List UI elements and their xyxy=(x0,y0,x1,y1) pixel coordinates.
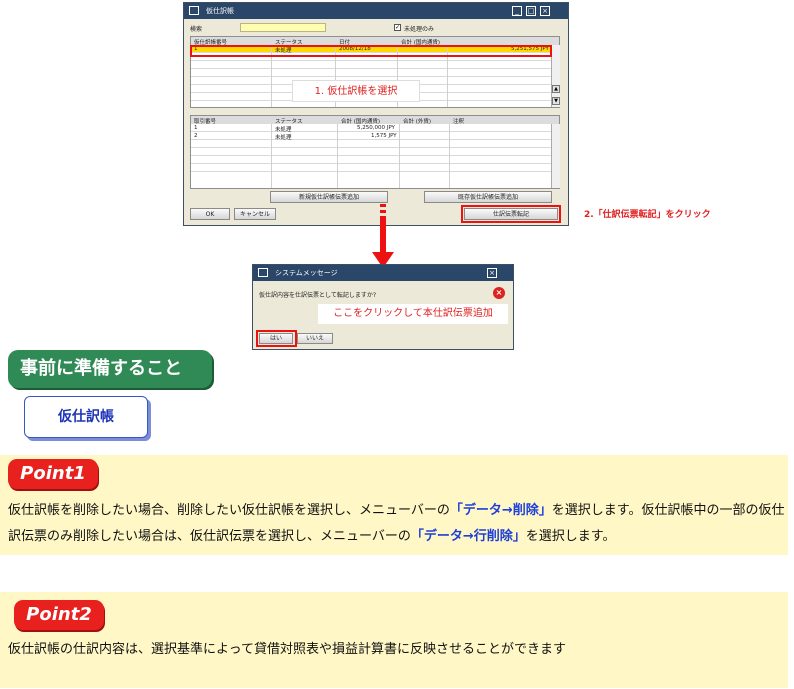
menu-path-row-delete: 「データ→行削除」 xyxy=(410,529,526,544)
dialog-message: 仮仕訳内容を仕訳伝票として転記しますか? xyxy=(259,292,377,299)
upper-scrollbar[interactable]: ▲ ▼ xyxy=(551,45,560,107)
scroll-up-icon[interactable]: ▲ xyxy=(552,85,560,93)
journal-voucher-window: 仮仕訳帳 _ □ × 検索 ✓ 未処理のみ 仮仕訳帳番号 ステータス 日付 合計… xyxy=(183,2,569,226)
point1-label: Point1 xyxy=(8,459,98,489)
column-divider xyxy=(271,124,272,188)
callout-click-post: 2.「仕訳伝票転記」をクリック xyxy=(584,210,711,220)
table-row[interactable] xyxy=(191,69,559,77)
search-label: 検索 xyxy=(190,26,203,33)
prerequisite-box: 仮仕訳帳 xyxy=(24,396,148,438)
add-existing-voucher-button[interactable]: 既存仮仕訳帳伝票追加 xyxy=(424,191,552,203)
lower-scrollbar[interactable] xyxy=(551,124,560,188)
add-new-voucher-button[interactable]: 新規仮仕訳帳伝票追加 xyxy=(270,191,388,203)
down-arrow-icon xyxy=(372,204,394,268)
minimize-icon[interactable]: _ xyxy=(512,6,522,16)
point1-text-4: を選択します。 xyxy=(525,529,616,544)
close-icon[interactable]: × xyxy=(540,6,550,16)
table-row[interactable] xyxy=(191,156,559,164)
point1-text: 仮仕訳帳を削除したい場合、削除したい仮仕訳帳を選択し、メニューバーの「データ→削… xyxy=(8,498,788,550)
window-icon xyxy=(189,6,199,15)
cancel-button[interactable]: キャンセル xyxy=(234,208,276,220)
column-divider xyxy=(399,124,400,188)
table-row[interactable]: 1 未処理 5,250,000 JPY xyxy=(191,124,559,133)
checkbox-label: 未処理のみ xyxy=(404,26,435,33)
dialog-titlebar: システムメッセージ × xyxy=(253,265,513,281)
close-icon[interactable]: × xyxy=(487,268,497,278)
table-row[interactable] xyxy=(191,164,559,172)
point2-label: Point2 xyxy=(14,600,104,630)
cell-no: 1 xyxy=(194,125,198,131)
voucher-lines-table: 取引番号 ステータス 合計 (国内通貨) 合計 (外貨) 注釈 1 未処理 5,… xyxy=(190,115,560,189)
point1-text-3: 訳伝票のみ削除したい場合は、仮仕訳伝票を選択し、メニューバーの xyxy=(8,529,411,544)
yes-button-highlight xyxy=(256,330,297,347)
table-header: 仮仕訳帳番号 ステータス 日付 合計 (国内通貨) xyxy=(191,37,559,46)
window-titlebar: 仮仕訳帳 _ □ × xyxy=(184,3,568,19)
no-button[interactable]: いいえ xyxy=(297,333,333,344)
table-row[interactable] xyxy=(191,61,559,69)
cell-total: 1,575 JPY xyxy=(371,133,397,139)
scroll-down-icon[interactable]: ▼ xyxy=(552,97,560,105)
callout-click-yes: ここをクリックして本仕訳伝票追加 xyxy=(318,304,508,324)
point1-text-1: 仮仕訳帳を削除したい場合、削除したい仮仕訳帳を選択し、メニューバーの xyxy=(8,503,450,518)
section-heading: 事前に準備すること xyxy=(8,350,212,388)
point1-text-2: を選択します。仮仕訳帳中の一部の仮仕 xyxy=(551,503,785,518)
error-icon: × xyxy=(493,287,505,299)
table-row[interactable] xyxy=(191,148,559,156)
window-icon xyxy=(258,268,268,277)
ok-button[interactable]: OK xyxy=(190,208,230,220)
table-row[interactable] xyxy=(191,140,559,148)
table-row[interactable]: 2 未処理 1,575 JPY xyxy=(191,132,559,141)
point2-text: 仮仕訳帳の仕訳内容は、選択基準によって貸借対照表や損益計算書に反映させることがで… xyxy=(8,642,566,657)
table-header: 取引番号 ステータス 合計 (国内通貨) 合計 (外貨) 注釈 xyxy=(191,116,559,125)
cell-total: 5,250,000 JPY xyxy=(357,125,395,131)
menu-path-delete: 「データ→削除」 xyxy=(449,503,552,518)
maximize-icon[interactable]: □ xyxy=(526,6,536,16)
search-input[interactable] xyxy=(240,23,326,32)
column-divider xyxy=(337,124,338,188)
column-divider xyxy=(449,124,450,188)
unprocessed-only-checkbox[interactable]: ✓ xyxy=(394,24,401,31)
selection-highlight-box xyxy=(190,45,552,57)
callout-select-voucher: 1. 仮仕訳帳を選択 xyxy=(292,80,420,102)
cell-no: 2 xyxy=(194,133,198,139)
window-title: 仮仕訳帳 xyxy=(206,7,234,15)
dialog-title: システムメッセージ xyxy=(275,269,338,277)
post-button-highlight xyxy=(461,205,561,223)
